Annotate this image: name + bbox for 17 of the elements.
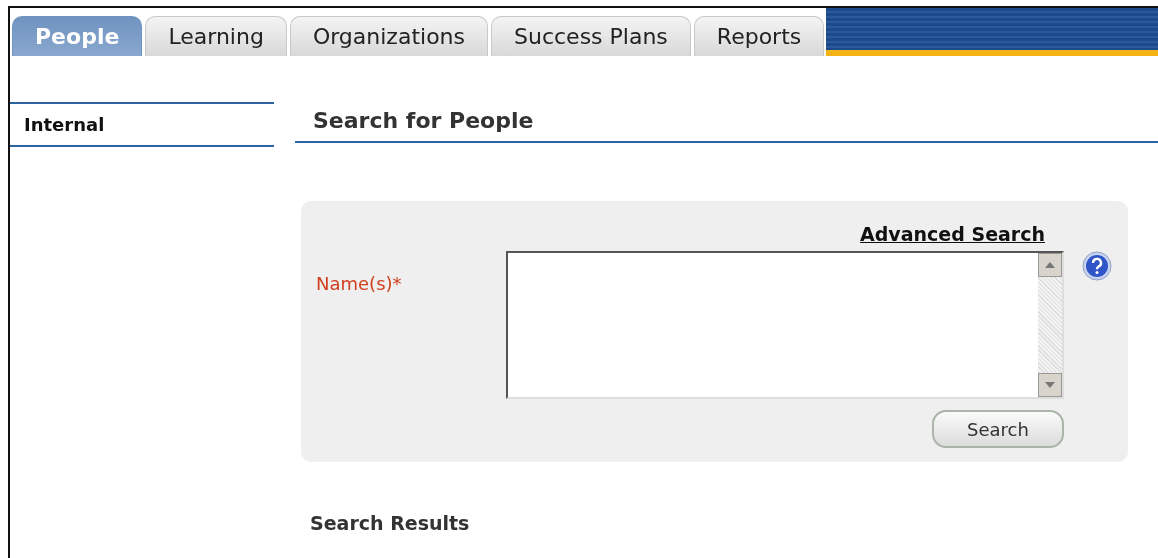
- tab[interactable]: Reports: [693, 16, 825, 56]
- search-button[interactable]: Search: [932, 410, 1064, 448]
- help-icon[interactable]: [1082, 251, 1112, 281]
- advanced-search-link[interactable]: Advanced Search: [860, 223, 1045, 245]
- up-arrow-icon: [1045, 262, 1055, 268]
- scrollbar[interactable]: [1038, 253, 1062, 397]
- tab[interactable]: Success Plans: [491, 16, 691, 56]
- page-heading: Search for People: [295, 108, 1158, 143]
- tab[interactable]: Organizations: [289, 16, 488, 56]
- down-arrow-icon: [1045, 382, 1055, 388]
- field-label: Name(s)*: [316, 272, 403, 296]
- scroll-up-button[interactable]: [1038, 253, 1062, 277]
- names-field[interactable]: [506, 251, 1064, 399]
- section-heading: Search Results: [310, 512, 471, 534]
- tab[interactable]: Learning: [145, 16, 287, 56]
- scroll-down-button[interactable]: [1038, 373, 1062, 397]
- sidebar-item[interactable]: Internal: [10, 104, 274, 145]
